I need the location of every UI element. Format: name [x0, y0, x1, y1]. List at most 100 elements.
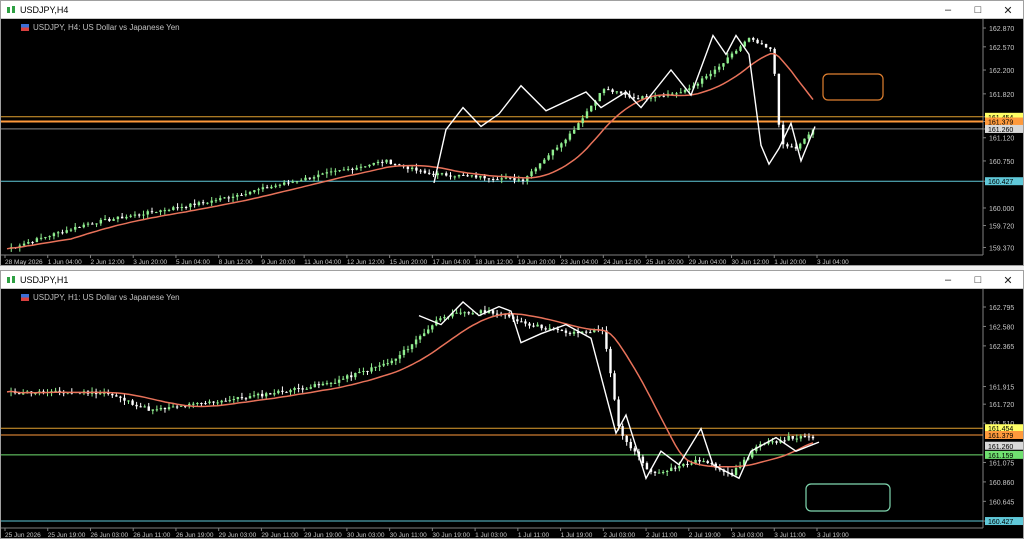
- candle-body: [389, 159, 393, 165]
- candle-body: [56, 232, 60, 234]
- chart-window-icon: [7, 275, 15, 283]
- candle-body: [304, 177, 307, 181]
- candle-body: [459, 312, 462, 314]
- candle-body: [329, 382, 333, 384]
- candle-body: [722, 63, 725, 67]
- candle-body: [617, 399, 620, 427]
- candle-body: [471, 313, 474, 315]
- h1-title-bar[interactable]: USDJPY,H1 – □ ✕: [1, 271, 1023, 289]
- candle-body: [568, 133, 572, 140]
- candle-body: [530, 171, 533, 177]
- candle-body: [589, 332, 592, 334]
- candle-body: [632, 97, 636, 99]
- candles-group: [10, 36, 815, 252]
- candle-body: [116, 216, 120, 220]
- price-tick-label: 161.720: [989, 402, 1014, 409]
- candle-body: [402, 349, 406, 355]
- candle-body: [783, 440, 786, 442]
- maximize-icon[interactable]: □: [963, 1, 993, 19]
- candle-body: [790, 146, 793, 148]
- candle-body: [419, 170, 422, 172]
- candle-body: [214, 200, 218, 202]
- candle-body: [313, 384, 317, 388]
- candle-body: [376, 161, 380, 163]
- candle-body: [359, 166, 363, 168]
- candle-body: [462, 174, 465, 176]
- time-tick-label: 26 Jun 19:00: [176, 532, 214, 538]
- candle-body: [179, 405, 183, 407]
- h4-title-bar[interactable]: USDJPY,H4 – □ ✕: [1, 1, 1023, 19]
- candle-body: [189, 203, 192, 208]
- time-tick-label: 19 Jun 20:00: [518, 259, 556, 265]
- price-tick-label: 161.120: [989, 136, 1014, 143]
- candle-body: [219, 198, 222, 201]
- candle-body: [78, 226, 81, 228]
- candle-body: [585, 111, 589, 119]
- price-tick-label: 161.820: [989, 92, 1014, 99]
- candle-body: [466, 175, 469, 177]
- time-tick-label: 24 Jun 12:00: [603, 259, 641, 265]
- candle-body: [350, 375, 353, 378]
- time-tick-label: 29 Jun 19:00: [304, 532, 342, 538]
- candle-body: [432, 173, 435, 176]
- candle-body: [378, 365, 381, 367]
- candle-body: [431, 325, 434, 330]
- candle-body: [305, 388, 308, 390]
- h1-chart-area[interactable]: USDJPY, H1: US Dollar vs Japanese Yen 16…: [1, 289, 1023, 538]
- candle-body: [751, 451, 754, 458]
- price-tick-label: 162.795: [989, 305, 1014, 312]
- green-zone-box: [805, 483, 891, 512]
- candle-body: [649, 97, 653, 99]
- candle-body: [155, 212, 158, 214]
- moving-average-line: [6, 52, 814, 250]
- candle-body: [547, 155, 550, 160]
- time-tick-label: 3 Jul 19:00: [817, 532, 849, 538]
- candle-body: [682, 463, 685, 466]
- candle-body: [629, 441, 632, 449]
- candle-body: [398, 354, 402, 359]
- time-tick-label: 1 Jul 11:00: [518, 532, 550, 538]
- candle-body: [436, 173, 439, 176]
- price-tick-label: 162.570: [989, 45, 1014, 52]
- candle-body: [803, 436, 807, 438]
- minimize-icon[interactable]: –: [933, 1, 963, 19]
- candle-body: [654, 96, 657, 98]
- candle-body: [474, 175, 478, 178]
- candle-body: [131, 400, 134, 405]
- time-tick-label: 3 Jun 20:00: [133, 259, 167, 265]
- candle-body: [159, 407, 163, 410]
- candle-body: [491, 310, 495, 314]
- candle-body: [151, 409, 155, 411]
- candle-body: [706, 461, 709, 464]
- maximize-icon[interactable]: □: [963, 271, 993, 289]
- candle-body: [657, 472, 661, 474]
- candle-body: [572, 129, 576, 134]
- h4-chart-area[interactable]: USDJPY, H4: US Dollar vs Japanese Yen 16…: [1, 19, 1023, 265]
- minimize-icon[interactable]: –: [933, 271, 963, 289]
- candle-body: [146, 211, 149, 215]
- price-tick-label: 160.860: [989, 480, 1014, 487]
- candle-body: [244, 194, 248, 196]
- candle-body: [111, 393, 114, 396]
- time-tick-label: 2 Jun 12:00: [90, 259, 124, 265]
- time-tick-label: 3 Jul 11:00: [774, 532, 806, 538]
- candle-body: [590, 105, 593, 112]
- candle-body: [453, 176, 456, 178]
- price-tick-label: 160.000: [989, 206, 1014, 213]
- candle-body: [265, 393, 268, 397]
- candle-body: [82, 224, 85, 228]
- close-icon[interactable]: ✕: [993, 271, 1023, 289]
- candle-body: [799, 143, 802, 149]
- close-icon[interactable]: ✕: [993, 1, 1023, 19]
- time-tick-label: 1 Jun 04:00: [48, 259, 82, 265]
- candle-body: [300, 180, 303, 182]
- candle-body: [556, 328, 560, 331]
- candle-body: [31, 242, 34, 244]
- candle-body: [607, 89, 610, 91]
- candle-body: [86, 223, 90, 225]
- candle-body: [227, 197, 230, 199]
- candle-body: [615, 91, 619, 93]
- time-tick-label: 30 Jun 11:00: [390, 532, 427, 538]
- candle-body: [167, 407, 171, 410]
- candle-body: [457, 174, 461, 177]
